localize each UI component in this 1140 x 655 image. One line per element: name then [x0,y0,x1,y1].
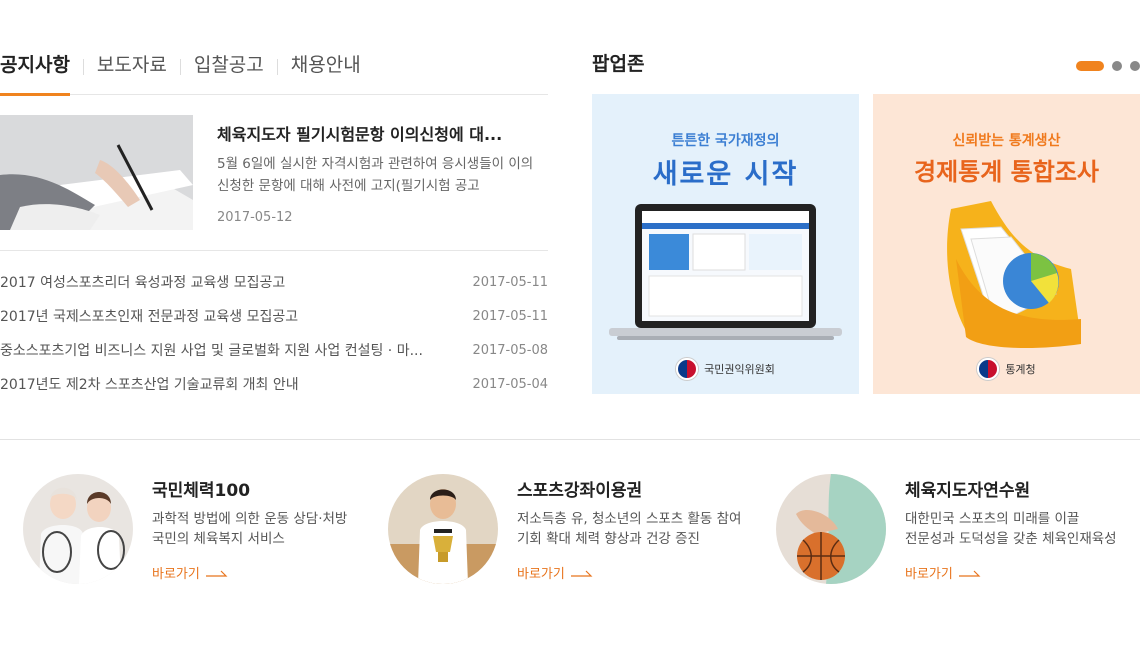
featured-date: 2017-05-12 [217,210,293,225]
taegeuk-emblem-icon [676,358,699,380]
notice-list: 2017 여성스포츠리더 육성과정 교육생 모집공고 2017-05-11 20… [0,251,548,401]
list-item[interactable]: 2017년 국제스포츠인재 전문과정 교육생 모집공고 2017-05-11 [0,299,548,333]
list-item[interactable]: 2017 여성스포츠리더 육성과정 교육생 모집공고 2017-05-11 [0,265,548,299]
arrow-right-icon [958,570,981,577]
list-item-title[interactable]: 2017년 국제스포츠인재 전문과정 교육생 모집공고 [0,306,432,326]
quick-link-desc: 국민의 체육복지 서비스 [152,531,285,547]
popup-zone: 팝업존 튼튼한 국가재정의 새로운 시작 국민권익위원회 신뢰받는 통계생산 경… [592,40,1140,394]
quick-link-title[interactable]: 체육지도자연수원 [905,476,1117,501]
banner-subtitle: 튼튼한 국가재정의 [671,133,780,149]
banner-org-name: 국민권익위원회 [704,363,775,376]
popup-banners: 튼튼한 국가재정의 새로운 시작 국민권익위원회 신뢰받는 통계생산 경제통계 … [592,94,1140,394]
go-link[interactable]: 바로가기 [152,563,347,582]
list-item-date: 2017-05-11 [472,274,548,290]
featured-description: 5월 6일에 실시한 자격시험과 관련하여 응시생들이 이의 신청한 문항에 대… [217,156,534,194]
quick-link-fitness[interactable]: 국민체력100 과학적 방법에 의한 운동 상담·처방 국민의 체육복지 서비스… [23,474,347,584]
go-link-label: 바로가기 [517,567,565,582]
basketball-photo [776,474,886,584]
list-item-date: 2017-05-11 [472,308,548,324]
popup-title: 팝업존 [592,53,645,75]
featured-title[interactable]: 체육지도자 필기시험문항 이의신청에 대... [217,121,548,145]
banner-subtitle: 신뢰받는 통계생산 [952,133,1061,149]
slider-dot-3[interactable] [1130,61,1140,71]
tab-press[interactable]: 보도자료 [97,40,167,95]
list-item-date: 2017-05-04 [472,376,548,392]
quick-link-body: 체육지도자연수원 대한민국 스포츠의 미래를 이끌 전문성과 도덕성을 갖춘 체… [886,474,1117,584]
go-link[interactable]: 바로가기 [517,563,741,582]
popup-banner-2[interactable]: 신뢰받는 통계생산 경제통계 통합조사 통계청 [873,94,1140,394]
quick-link-desc: 대한민국 스포츠의 미래를 이끌 [905,511,1080,527]
arrow-right-icon [205,570,228,577]
featured-body: 체육지도자 필기시험문항 이의신청에 대... 5월 6일에 실시한 자격시험과… [193,115,548,250]
notice-tabs: 공지사항 보도자료 입찰공고 채용안내 [0,40,548,96]
quick-link-body: 국민체력100 과학적 방법에 의한 운동 상담·처방 국민의 체육복지 서비스… [133,474,347,584]
arrow-right-icon [570,570,593,577]
child-trophy-photo [388,474,498,584]
quick-link-academy[interactable]: 체육지도자연수원 대한민국 스포츠의 미래를 이끌 전문성과 도덕성을 갖춘 체… [776,474,1117,584]
quick-link-body: 스포츠강좌이용권 저소득층 유, 청소년의 스포츠 활동 참여 기회 확대 체력… [498,474,741,584]
notice-board: 공지사항 보도자료 입찰공고 채용안내 체육지도자 필기시험문항 이의신청에 대… [0,40,548,401]
banner-org-name: 통계청 [1005,363,1036,376]
go-link-label: 바로가기 [152,567,200,582]
laptop-icon [609,204,842,340]
list-item-title[interactable]: 2017 여성스포츠리더 육성과정 교육생 모집공고 [0,272,432,292]
quick-link-desc: 기회 확대 체력 향상과 건강 증진 [517,531,700,547]
quick-link-desc: 과학적 방법에 의한 운동 상담·처방 [152,511,348,527]
tab-notice[interactable]: 공지사항 [0,40,70,96]
list-item[interactable]: 2017년도 제2차 스포츠산업 기술교류회 개최 안내 2017-05-04 [0,367,548,401]
list-item-title[interactable]: 중소스포츠기업 비즈니스 지원 사업 및 글로벌화 지원 사업 컨설팅 · 마.… [0,340,432,360]
featured-notice[interactable]: 체육지도자 필기시험문항 이의신청에 대... 5월 6일에 실시한 자격시험과… [0,95,548,251]
quick-link-title[interactable]: 스포츠강좌이용권 [517,476,741,501]
go-link[interactable]: 바로가기 [905,563,1117,582]
slider-dot-1[interactable] [1076,61,1104,71]
banner-title: 경제통계 통합조사 [914,158,1099,186]
slider-pagination [1076,61,1140,71]
slider-dot-2[interactable] [1112,61,1122,71]
list-item-title[interactable]: 2017년도 제2차 스포츠산업 기술교류회 개최 안내 [0,374,432,394]
section-divider [0,439,1140,440]
popup-banner-1[interactable]: 튼튼한 국가재정의 새로운 시작 국민권익위원회 [592,94,859,394]
list-item[interactable]: 중소스포츠기업 비즈니스 지원 사업 및 글로벌화 지원 사업 컨설팅 · 마.… [0,333,548,367]
tab-divider [179,59,181,75]
taegeuk-emblem-icon [977,358,1000,380]
tab-divider [82,59,84,75]
banner-org: 국민권익위원회 [592,358,859,380]
tab-divider [276,59,278,75]
banner-org: 통계청 [873,358,1140,380]
seniors-photo [23,474,133,584]
go-link-label: 바로가기 [905,567,953,582]
list-item-date: 2017-05-08 [472,342,548,358]
banner-title: 새로운 시작 [652,159,799,190]
quick-link-desc: 저소득층 유, 청소년의 스포츠 활동 참여 [517,511,742,527]
tab-bid[interactable]: 입찰공고 [194,40,264,95]
featured-thumbnail [0,115,193,230]
tab-recruit[interactable]: 채용안내 [291,40,361,95]
quick-link-voucher[interactable]: 스포츠강좌이용권 저소득층 유, 청소년의 스포츠 활동 참여 기회 확대 체력… [388,474,741,584]
folder-chart-icon [947,201,1081,349]
quick-link-title[interactable]: 국민체력100 [152,476,347,501]
quick-link-desc: 전문성과 도덕성을 갖춘 체육인재육성 [905,531,1117,547]
